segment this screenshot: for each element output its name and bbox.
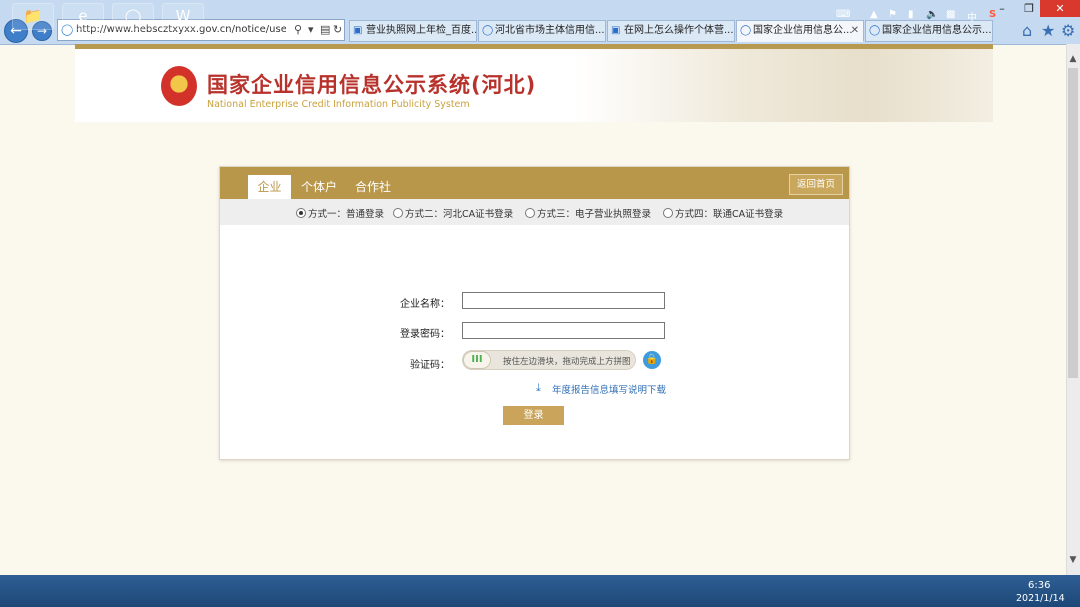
tab-title: 国家企业信用信息公示... bbox=[882, 25, 992, 36]
sogou-input-icon[interactable]: S bbox=[989, 9, 996, 20]
method-label: 方式四：联通CA证书登录 bbox=[675, 209, 784, 220]
ie-page-icon: ◯ bbox=[869, 25, 881, 36]
ie-page-icon: ◯ bbox=[482, 25, 494, 36]
login-tabs-bar: 企业 个体户 合作社 返回首页 bbox=[220, 167, 849, 199]
close-tab-icon[interactable]: ✕ bbox=[851, 21, 859, 41]
compat-view-icon[interactable]: ▤ bbox=[320, 20, 330, 40]
close-window-button[interactable]: ✕ bbox=[1040, 0, 1080, 17]
tab-title: 在网上怎么操作个体营... bbox=[624, 25, 734, 36]
password-label: 登录密码： bbox=[400, 329, 450, 340]
network-flag-icon[interactable]: ⚑ bbox=[888, 9, 897, 20]
method-option-2[interactable]: 方式二：河北CA证书登录 bbox=[393, 206, 513, 220]
captcha-label: 验证码： bbox=[410, 360, 450, 371]
tab-title: 河北省市场主体信用信... bbox=[495, 25, 605, 36]
login-button[interactable]: 登录 bbox=[503, 406, 564, 425]
tab-enterprise[interactable]: 企业 bbox=[248, 175, 291, 199]
password-input[interactable] bbox=[462, 322, 665, 339]
login-method-bar: 方式一：普通登录 方式二：河北CA证书登录 方式三：电子营业执照登录 方式四：联… bbox=[220, 199, 849, 225]
radio[interactable] bbox=[525, 208, 535, 218]
baidu-icon: ▣ bbox=[353, 25, 363, 36]
site-subtitle: National Enterprise Credit Information P… bbox=[207, 99, 470, 110]
method-option-1[interactable]: 方式一：普通登录 bbox=[296, 206, 384, 220]
clock-date[interactable]: 2021/1/14 bbox=[1016, 593, 1065, 604]
browser-tab[interactable]: ◯ 河北省市场主体信用信... bbox=[478, 20, 606, 42]
method-option-3[interactable]: 方式三：电子营业执照登录 bbox=[525, 206, 651, 220]
method-label: 方式二：河北CA证书登录 bbox=[405, 209, 514, 220]
method-option-4[interactable]: 方式四：联通CA证书登录 bbox=[663, 206, 783, 220]
tab-title: 营业执照网上年检_百度... bbox=[366, 25, 477, 36]
tab-cooperative[interactable]: 合作社 bbox=[349, 175, 397, 199]
baidu-icon: ▣ bbox=[611, 25, 621, 36]
method-label: 方式三：电子营业执照登录 bbox=[537, 209, 652, 220]
volume-icon[interactable]: 🔈 bbox=[926, 9, 938, 20]
internet-explorer-icon[interactable]: e bbox=[62, 3, 104, 30]
radio-selected[interactable] bbox=[296, 208, 306, 218]
captcha-slider-track[interactable]: III 按住左边滑块，拖动完成上方拼图 bbox=[462, 350, 636, 370]
browser-tab-active[interactable]: ◯ 国家企业信用信息公... ✕ bbox=[736, 20, 864, 42]
windows-taskbar bbox=[0, 575, 1080, 607]
wps-office-icon[interactable]: W bbox=[162, 3, 204, 30]
clock-time[interactable]: 6:36 bbox=[1028, 580, 1050, 591]
lock-icon: 🔒 bbox=[643, 351, 661, 369]
file-explorer-icon[interactable]: 📁 bbox=[12, 3, 54, 30]
restore-button[interactable]: ❐ bbox=[1018, 0, 1040, 17]
return-home-button[interactable]: 返回首页 bbox=[789, 174, 843, 195]
home-icon[interactable]: ⌂ bbox=[1022, 21, 1032, 40]
battery-icon[interactable]: ▮ bbox=[908, 9, 914, 20]
favorites-star-icon[interactable]: ★ bbox=[1041, 21, 1055, 40]
browser-app-icon[interactable]: ◯ bbox=[112, 3, 154, 30]
settings-gear-icon[interactable]: ⚙ bbox=[1061, 21, 1075, 40]
search-icon[interactable]: ⚲ bbox=[294, 20, 302, 40]
show-hidden-icons[interactable]: ▲ bbox=[870, 9, 878, 20]
keyboard-icon[interactable]: ⌨ bbox=[836, 9, 850, 20]
scrollbar-thumb[interactable] bbox=[1068, 68, 1078, 378]
ie-page-icon: ◯ bbox=[740, 25, 752, 36]
browser-tab[interactable]: ▣ 在网上怎么操作个体营... bbox=[607, 20, 735, 42]
dropdown-icon[interactable]: ▾ bbox=[308, 20, 314, 40]
slider-handle[interactable]: III bbox=[463, 351, 491, 369]
national-emblem-icon bbox=[161, 66, 197, 106]
ime-indicator[interactable]: 中 bbox=[967, 9, 977, 24]
refresh-icon[interactable]: ↻ bbox=[333, 20, 342, 40]
method-label: 方式一：普通登录 bbox=[308, 209, 385, 220]
scroll-up-icon[interactable]: ▲ bbox=[1066, 54, 1080, 64]
scroll-down-icon[interactable]: ▼ bbox=[1066, 555, 1080, 565]
radio[interactable] bbox=[663, 208, 673, 218]
login-panel: 企业 个体户 合作社 返回首页 方式一：普通登录 方式二：河北CA证书登录 方式… bbox=[219, 166, 850, 460]
signal-icon[interactable]: ▩ bbox=[946, 9, 955, 20]
tab-title: 国家企业信用信息公... bbox=[753, 25, 853, 36]
site-banner: 国家企业信用信息公示系统(河北) National Enterprise Cre… bbox=[75, 44, 993, 122]
download-icon[interactable]: ⤓ bbox=[536, 381, 541, 395]
tab-individual[interactable]: 个体户 bbox=[295, 175, 343, 199]
mountain-background bbox=[573, 49, 993, 122]
company-name-input[interactable] bbox=[462, 292, 665, 309]
radio[interactable] bbox=[393, 208, 403, 218]
site-title: 国家企业信用信息公示系统(河北) bbox=[207, 73, 537, 97]
slider-hint: 按住左边滑块，拖动完成上方拼图 bbox=[503, 357, 631, 367]
annual-report-download-link[interactable]: 年度报告信息填写说明下载 bbox=[552, 382, 666, 396]
company-name-label: 企业名称： bbox=[400, 299, 450, 310]
browser-tab[interactable]: ▣ 营业执照网上年检_百度... bbox=[349, 20, 477, 42]
